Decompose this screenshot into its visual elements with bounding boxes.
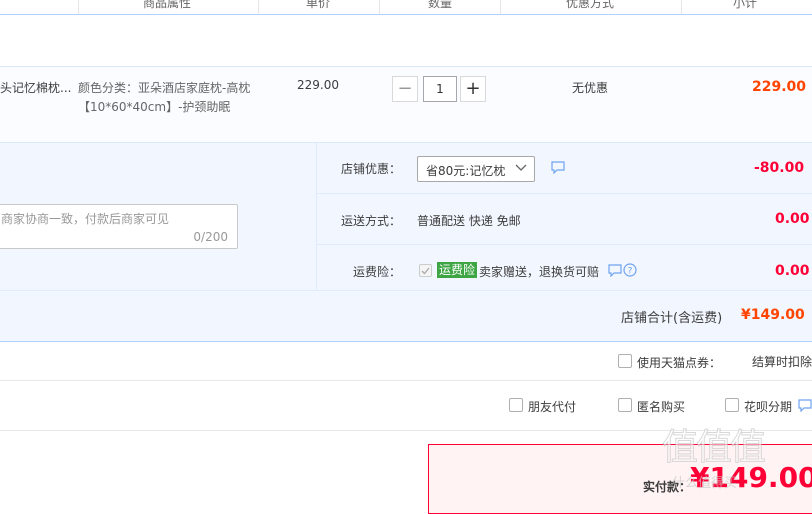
svg-text:?: ? [628,267,633,277]
shop-discount-select[interactable]: 省80元:记忆枕 [417,156,535,182]
insurance-description: 卖家赠送，退换货可赔 [479,265,600,279]
insurance-amount: 0.00 [775,263,810,279]
item-unit-price: 229.00 [297,78,339,92]
section-divider [316,143,317,290]
insurance-checkbox[interactable] [419,264,432,277]
anonymous-checkbox[interactable] [618,398,632,412]
header-separator [379,0,380,14]
header-separator [78,0,79,14]
row-divider [0,380,812,381]
friend-pay-checkbox[interactable] [509,398,523,412]
header-col-attrs: 商品属性 [143,0,192,10]
shop-discount-label: 店铺优惠： [341,162,402,176]
header-col-price: 单价 [306,0,331,10]
friend-pay-label: 朋友代付 [528,400,577,414]
header-col-qty: 数量 [428,0,453,10]
shipping-value: 普通配送 快递 免邮 [417,214,521,228]
header-separator [681,0,682,14]
shop-discount-amount: -80.00 [754,160,805,176]
item-attrs-line2: 【10*60*40cm】-护颈助眠 [78,100,231,114]
shipping-amount: 0.00 [775,211,810,227]
quantity-increase-button[interactable]: + [460,76,486,102]
chevron-down-icon [515,159,527,180]
item-attrs-line1: 颜色分类：亚朵酒店家庭枕-高枕 [78,81,251,95]
tmall-points-hint: 结算时扣除 [752,355,812,369]
row-divider [0,290,812,291]
insurance-tag: 运费险 [437,262,478,278]
chat-icon[interactable] [551,161,565,177]
help-icon[interactable]: ? [623,263,637,280]
insurance-label: 运费险： [353,265,402,279]
shop-total-value: ¥149.00 [741,307,805,323]
item-title-link[interactable]: 头记忆棉枕... [0,79,71,96]
item-discount-method: 无优惠 [572,81,609,95]
shop-total-label: 店铺合计(含运费) [621,311,723,326]
header-separator [258,0,259,14]
row-divider [317,193,812,194]
row-divider [317,244,812,245]
header-col-discount: 优惠方式 [566,0,615,10]
quantity-input[interactable]: 1 [423,76,457,102]
item-subtotal: 229.00 [752,79,807,95]
quantity-decrease-button[interactable]: − [392,76,418,102]
tmall-points-checkbox[interactable] [618,354,632,368]
tmall-points-label: 使用天猫点券： [637,356,722,370]
header-col-subtotal: 小计 [733,0,758,10]
huabei-label: 花呗分期 [744,400,793,414]
buyer-message-input[interactable]: 商家协商一致，付款后商家可见 0/200 [0,204,238,249]
watermark-site: 什么值得买 [672,476,738,491]
anonymous-label: 匿名购买 [637,400,686,414]
shop-discount-selected: 省80元:记忆枕 [426,164,506,178]
message-counter: 0/200 [193,230,228,244]
header-underline [0,14,812,15]
shipping-label: 运送方式： [341,214,402,228]
huabei-checkbox[interactable] [725,398,739,412]
message-placeholder: 商家协商一致，付款后商家可见 [1,212,170,226]
watermark-logo: 值值值 [661,427,766,469]
chat-icon[interactable] [798,399,812,415]
chat-icon[interactable] [608,264,622,280]
header-separator [500,0,501,14]
